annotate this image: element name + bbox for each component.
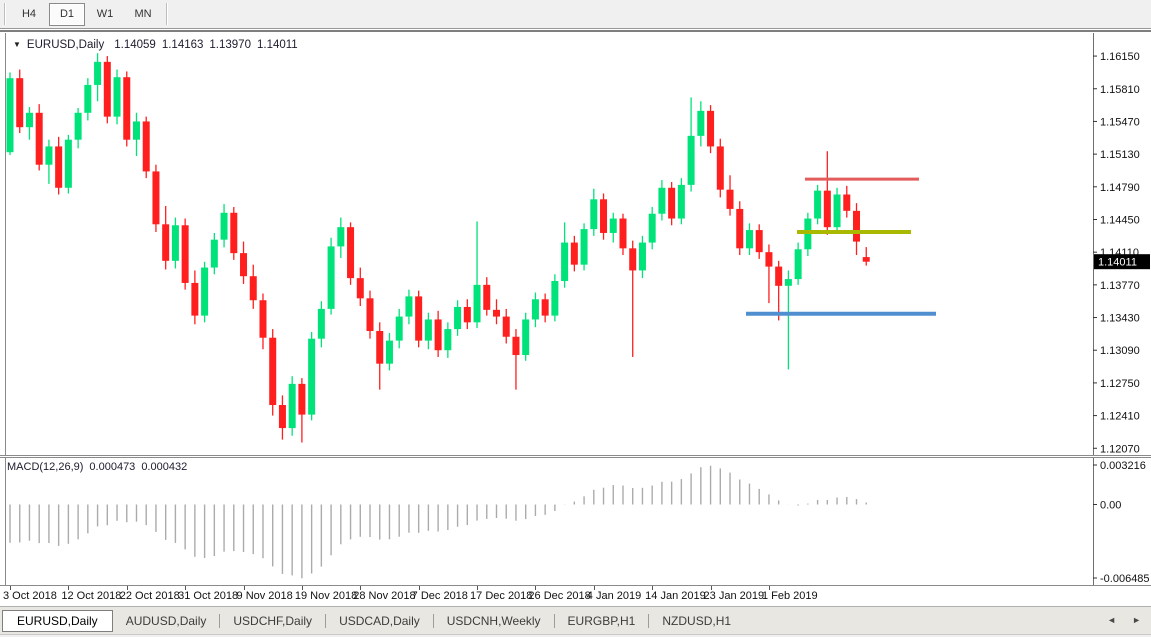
- tab-eurgbp-h1[interactable]: EURGBP,H1: [555, 610, 649, 632]
- macd-pane[interactable]: 0.003216 0.00 -0.006485: [0, 458, 1151, 585]
- macd-signal-value: 0.000432: [141, 461, 187, 473]
- tab-audusd-daily[interactable]: AUDUSD,Daily: [113, 610, 220, 632]
- svg-text:1.13090: 1.13090: [1100, 345, 1140, 357]
- macd-indicator-label: MACD(12,26,9) 0.000473 0.000432: [7, 461, 193, 473]
- tab-scroll-left-icon[interactable]: ◄: [1107, 614, 1116, 627]
- price-pane[interactable]: 1.16150 1.15810 1.15470 1.15130 1.14790 1.144…: [0, 33, 1151, 455]
- time-label: 31 Oct 2018: [178, 590, 238, 602]
- ohlc-high: 1.14163: [162, 39, 204, 51]
- tab-scroll-right-icon[interactable]: ►: [1132, 614, 1141, 627]
- tab-usdchf-daily[interactable]: USDCHF,Daily: [220, 610, 325, 632]
- macd-axis[interactable]: 0.003216 0.00 -0.006485: [1093, 460, 1150, 585]
- chart-title: ▼ EURUSD,Daily 1.14059 1.14163 1.13970 1.1401…: [13, 39, 304, 51]
- svg-text:1.14450: 1.14450: [1100, 214, 1140, 226]
- svg-text:1.14790: 1.14790: [1100, 182, 1140, 194]
- macd-main-value: 0.000473: [89, 461, 135, 473]
- price-axis[interactable]: 1.16150 1.15810 1.15470 1.15130 1.14790 1.144…: [1093, 51, 1140, 455]
- svg-text:0.00: 0.00: [1100, 499, 1121, 511]
- time-label: 14 Jan 2019: [645, 590, 706, 602]
- time-label: 12 Oct 2018: [61, 590, 121, 602]
- svg-text:1.12070: 1.12070: [1100, 443, 1140, 455]
- time-label: 7 Dec 2018: [412, 590, 468, 602]
- ohlc-close: 1.14011: [257, 39, 298, 51]
- macd-histogram: [10, 466, 866, 579]
- svg-text:1.14011: 1.14011: [1098, 257, 1137, 269]
- svg-text:1.15130: 1.15130: [1100, 149, 1140, 161]
- timeframe-toolbar: H4D1W1MN: [0, 0, 1151, 29]
- time-label: 1 Feb 2019: [762, 590, 818, 602]
- chevron-down-icon: ▼: [13, 40, 21, 49]
- chart-symbol-label: EURUSD,Daily: [27, 39, 104, 51]
- toolbar-separator: [166, 3, 168, 25]
- time-label: 26 Dec 2018: [528, 590, 590, 602]
- ohlc-open: 1.14059: [114, 39, 156, 51]
- svg-text:0.003216: 0.003216: [1100, 460, 1146, 472]
- time-label: 4 Jan 2019: [587, 590, 641, 602]
- macd-name: MACD(12,26,9): [7, 461, 83, 473]
- time-label: 9 Nov 2018: [237, 590, 293, 602]
- tab-nzdusd-h1[interactable]: NZDUSD,H1: [649, 610, 744, 632]
- time-label: 28 Nov 2018: [353, 590, 415, 602]
- svg-text:-0.006485: -0.006485: [1100, 573, 1150, 585]
- tab-usdcad-daily[interactable]: USDCAD,Daily: [326, 610, 433, 632]
- tab-eurusd-daily[interactable]: EURUSD,Daily: [2, 610, 113, 632]
- ohlc-low: 1.13970: [209, 39, 251, 51]
- svg-text:1.16150: 1.16150: [1100, 51, 1140, 63]
- time-label: 3 Oct 2018: [3, 590, 57, 602]
- timeframe-button-mn[interactable]: MN: [125, 3, 161, 26]
- timeframe-button-w1[interactable]: W1: [87, 3, 123, 26]
- time-axis[interactable]: 3 Oct 2018 12 Oct 201822 Oct 201831 Oct 2…: [0, 585, 1151, 606]
- svg-text:1.15810: 1.15810: [1100, 84, 1140, 96]
- time-label: 22 Oct 2018: [120, 590, 180, 602]
- svg-text:1.13430: 1.13430: [1100, 313, 1140, 325]
- time-label: 19 Nov 2018: [295, 590, 357, 602]
- timeframe-button-d1[interactable]: D1: [49, 3, 85, 26]
- svg-text:1.15470: 1.15470: [1100, 116, 1140, 128]
- tab-usdcnh-weekly[interactable]: USDCNH,Weekly: [434, 610, 554, 632]
- chart-tab-bar: EURUSD,DailyAUDUSD,DailyUSDCHF,DailyUSDC…: [0, 606, 1151, 634]
- svg-text:1.12410: 1.12410: [1100, 411, 1140, 423]
- timeframe-button-h4[interactable]: H4: [11, 3, 47, 26]
- current-price-tag: 1.14011: [1094, 254, 1150, 269]
- svg-text:1.13770: 1.13770: [1100, 280, 1140, 292]
- candles-layer: [7, 53, 870, 442]
- time-label: 17 Dec 2018: [470, 590, 532, 602]
- time-label: 23 Jan 2019: [704, 590, 765, 602]
- svg-text:1.12750: 1.12750: [1100, 378, 1140, 390]
- toolbar-separator: [4, 3, 6, 25]
